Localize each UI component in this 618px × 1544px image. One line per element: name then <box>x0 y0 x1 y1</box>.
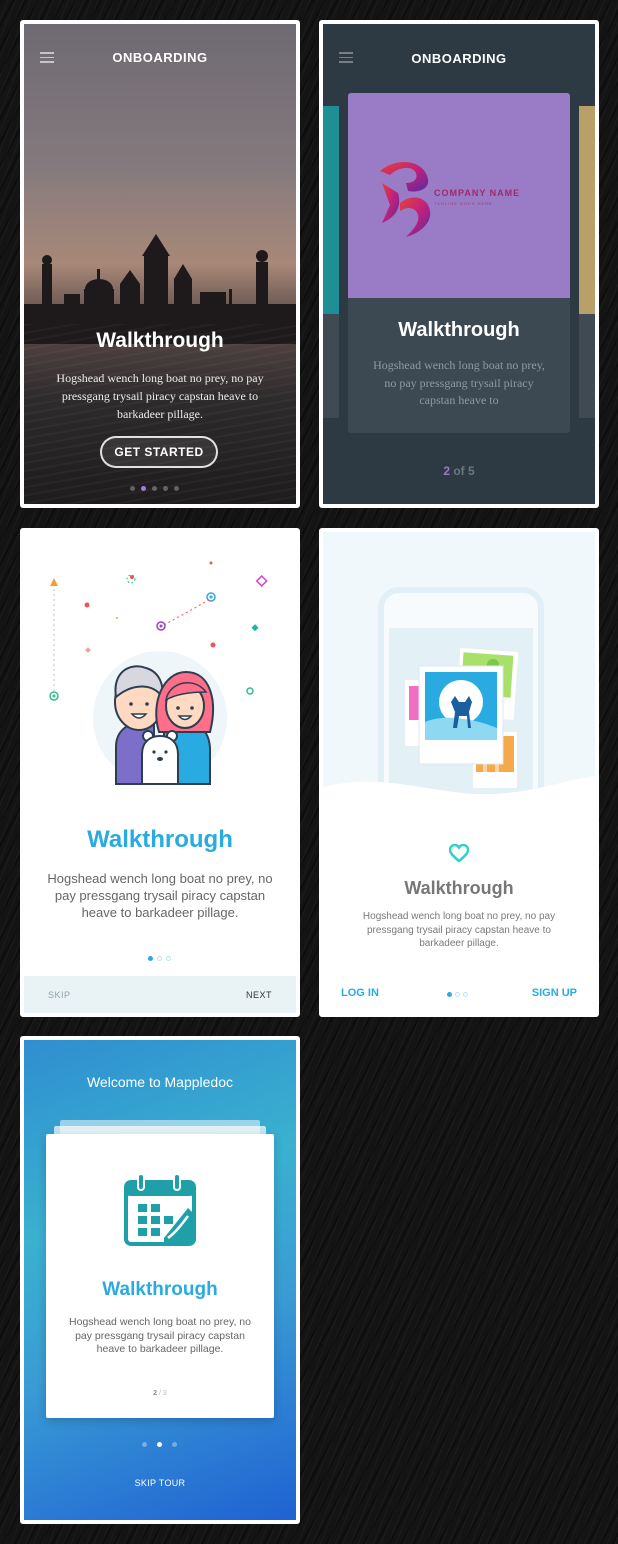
company-logo-icon <box>380 161 431 237</box>
page-dot-active[interactable] <box>148 956 153 961</box>
page-dot[interactable] <box>163 486 168 491</box>
header-title: ONBOARDING <box>411 51 507 66</box>
onboarding-screen-carousel: ONBOARDING COMPANY NAME TAGLINE GOES HER… <box>319 20 599 508</box>
company-name: COMPANY NAME <box>434 188 521 198</box>
company-logo-image: COMPANY NAME TAGLINE GOES HERE <box>348 93 570 298</box>
page-dot[interactable] <box>463 992 468 997</box>
page-counter: 2 of 5 <box>323 464 595 478</box>
title: Walkthrough <box>398 319 520 341</box>
description: Hogshead wench long boat no prey, no pay… <box>362 911 556 949</box>
page-counter-current: 2 <box>443 464 450 478</box>
skip-tour-button[interactable]: SKIP TOUR <box>24 1478 296 1488</box>
get-started-button[interactable]: GET STARTED <box>100 436 218 468</box>
title: Walkthrough <box>102 1279 218 1300</box>
welcome-header: Welcome to Mappledoc <box>86 1074 234 1090</box>
page-indicator <box>130 486 179 491</box>
company-tagline: TAGLINE GOES HERE <box>434 201 493 206</box>
phone-gallery-illustration <box>323 587 595 832</box>
next-button[interactable]: NEXT <box>246 990 272 1000</box>
title: Walkthrough <box>87 826 233 853</box>
page-dot[interactable] <box>174 486 179 491</box>
footer-bar: SKIP NEXT <box>24 976 296 1013</box>
onboarding-screen-photo: ONBOARDING Walkthrough Hogshead wench lo… <box>20 20 300 508</box>
sign-up-button[interactable]: SIGN UP <box>532 987 577 999</box>
page-dot[interactable] <box>152 486 157 491</box>
onboarding-screen-illustration: Walkthrough Hogshead wench long boat no … <box>20 528 300 1017</box>
page-dot-active[interactable] <box>141 486 146 491</box>
description: Hogshead wench long boat no prey, no pay… <box>56 371 264 421</box>
description: Hogshead wench long boat no prey, no pay… <box>47 871 273 920</box>
page-dot[interactable] <box>130 486 135 491</box>
page-indicator <box>447 992 468 997</box>
welcome-card[interactable]: Walkthrough Hogshead wench long boat no … <box>46 1134 274 1418</box>
page-counter: 2 / 3 <box>46 1390 274 1397</box>
page-dot[interactable] <box>455 992 460 997</box>
title: Walkthrough <box>96 329 224 352</box>
page-dot[interactable] <box>166 956 171 961</box>
page-indicator <box>148 956 171 961</box>
page-dot-active[interactable] <box>447 992 452 997</box>
next-card-peek[interactable] <box>579 106 595 418</box>
skip-button[interactable]: SKIP <box>48 990 71 1000</box>
page-indicator <box>142 1442 177 1447</box>
previous-card-peek[interactable] <box>323 106 339 418</box>
page-dot[interactable] <box>172 1442 177 1447</box>
family-illustration <box>49 561 268 785</box>
page-dot-active[interactable] <box>157 1442 162 1447</box>
page-counter-total: of 5 <box>450 464 475 478</box>
log-in-button[interactable]: LOG IN <box>341 987 379 999</box>
calendar-icon <box>124 1173 196 1246</box>
carousel-card[interactable]: COMPANY NAME TAGLINE GOES HERE Walkthrou… <box>348 93 570 433</box>
onboarding-screen-phone: Walkthrough Hogshead wench long boat no … <box>319 528 599 1017</box>
description: Hogshead wench long boat no prey, no pay… <box>69 1316 251 1355</box>
heart-icon <box>449 844 469 863</box>
header-title: ONBOARDING <box>112 50 208 65</box>
title: Walkthrough <box>404 878 514 898</box>
page-counter-total: / 3 <box>157 1390 167 1397</box>
page-dot[interactable] <box>157 956 162 961</box>
page-dot[interactable] <box>142 1442 147 1447</box>
description: Hogshead wench long boat no prey, no pay… <box>373 358 545 407</box>
onboarding-screen-welcome: Welcome to Mappledoc Walkthrough Hogshea… <box>20 1036 300 1524</box>
